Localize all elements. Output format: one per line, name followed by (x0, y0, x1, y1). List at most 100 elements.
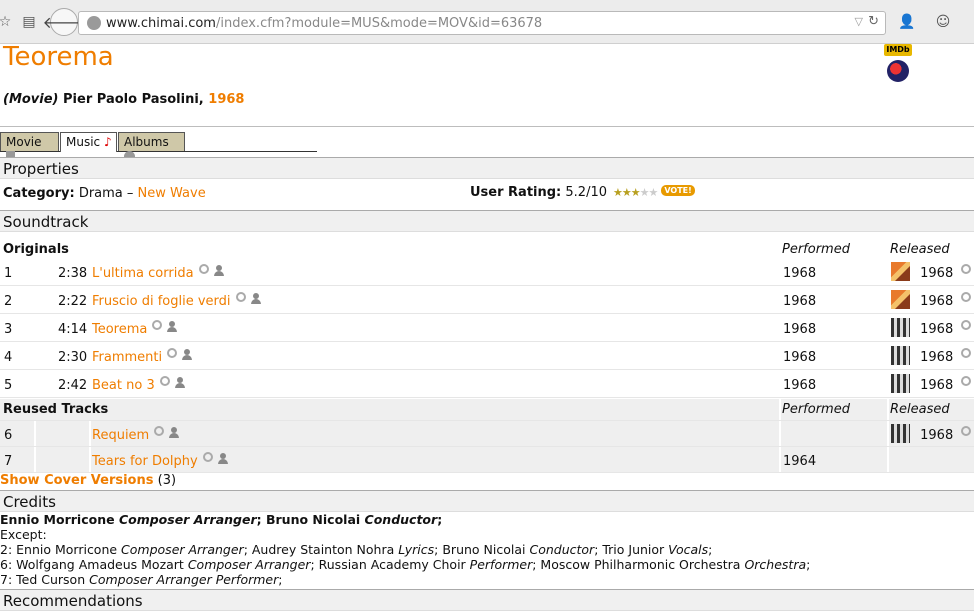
person-icon[interactable] (167, 321, 178, 332)
imdb-icon[interactable]: IMDb (884, 44, 912, 56)
col-sep (89, 447, 91, 472)
released-cell: 1968 (891, 374, 972, 393)
col-sep (887, 399, 889, 420)
category-link[interactable]: New Wave (138, 186, 206, 201)
tab-music[interactable]: Music ♪ (60, 132, 117, 152)
credit-line: 2: Ennio Morricone Composer Arranger; Au… (0, 542, 713, 557)
search-icon[interactable] (159, 376, 170, 386)
album-cover-icon[interactable] (891, 346, 910, 365)
album-cover-icon[interactable] (891, 374, 910, 393)
search-icon[interactable] (152, 320, 163, 330)
reader-icon[interactable]: ▤ (20, 13, 38, 31)
track-title-cell: Fruscio di foglie verdi (92, 292, 261, 309)
track-number: 5 (4, 378, 13, 393)
user-rating: User Rating: 5.2/10 ★★★★★ VOTE! (470, 185, 695, 200)
track-time: 2:22 (58, 294, 88, 309)
album-cover-icon[interactable] (891, 318, 910, 337)
track-title-cell: Teorema (92, 320, 178, 337)
person-icon[interactable] (213, 265, 224, 276)
table-row: 4 2:30 Frammenti 1968 1968 (0, 343, 974, 370)
col-sep (34, 447, 36, 472)
col-sep (34, 421, 36, 446)
credit-lines: 2: Ennio Morricone Composer Arranger; Au… (0, 542, 810, 587)
track-title-link[interactable]: Frammenti (92, 350, 162, 365)
search-icon[interactable] (235, 292, 246, 302)
track-number: 3 (4, 322, 13, 337)
search-icon[interactable] (154, 426, 165, 436)
track-time: 4:14 (58, 322, 88, 337)
track-time: 2:30 (58, 350, 88, 365)
album-cover-icon[interactable] (891, 290, 910, 309)
reused-performed-header: Performed (782, 402, 850, 417)
tabs-baseline (0, 151, 317, 152)
table-row: 5 2:42 Beat no 3 1968 1968 (0, 371, 974, 398)
track-title-link[interactable]: Beat no 3 (92, 378, 155, 393)
track-title-link[interactable]: Teorema (92, 322, 147, 337)
performed-year: 1968 (783, 378, 817, 393)
search-icon[interactable] (961, 376, 972, 386)
person-icon[interactable] (174, 377, 185, 388)
credits-body: Ennio Morricone Composer Arranger; Bruno… (0, 512, 810, 587)
show-cover-link[interactable]: Show Cover Versions (0, 473, 153, 488)
table-row: 7 Tears for Dolphy 1964 (0, 447, 974, 473)
dropdown-arrow-icon[interactable]: ▽ (855, 15, 863, 28)
search-icon[interactable] (202, 452, 213, 462)
smiley-icon[interactable]: ☺ (934, 13, 952, 31)
recommendations-heading: Recommendations (0, 589, 974, 611)
search-icon[interactable] (961, 426, 972, 436)
track-title-cell: Requiem (92, 426, 180, 443)
page-title: Teorema (3, 42, 114, 72)
track-number: 4 (4, 350, 13, 365)
track-title-link[interactable]: Requiem (92, 428, 149, 443)
back-button[interactable]: 🡐 (43, 8, 85, 36)
col-sep (779, 421, 781, 446)
year-link[interactable]: 1968 (208, 92, 244, 107)
properties-heading: Properties (0, 157, 974, 179)
person-icon[interactable] (250, 293, 261, 304)
track-title-cell: Frammenti (92, 348, 193, 365)
search-icon[interactable] (961, 348, 972, 358)
track-time: 2:38 (58, 266, 88, 281)
search-icon[interactable] (961, 264, 972, 274)
subtitle: (Movie) Pier Paolo Pasolini, 1968 (3, 92, 244, 107)
released-year: 1968 (916, 350, 954, 365)
col-sep (779, 447, 781, 472)
tab-movie[interactable]: Movie (0, 132, 59, 162)
tab-albums[interactable]: Albums (118, 132, 185, 162)
globe-link-icon[interactable] (887, 60, 909, 82)
col-sep (89, 421, 91, 446)
url-bar[interactable]: www.chimai.com/index.cfm?module=MUS&mode… (78, 11, 886, 35)
search-icon[interactable] (167, 348, 178, 358)
track-number: 1 (4, 266, 13, 281)
track-title-link[interactable]: Fruscio di foglie verdi (92, 294, 231, 309)
person-icon[interactable] (217, 453, 228, 464)
album-cover-icon[interactable] (891, 424, 910, 443)
performed-header: Performed (782, 242, 850, 257)
col-sep (779, 399, 781, 420)
released-cell: 1968 (891, 290, 972, 309)
user-icon[interactable]: 👤 (898, 13, 916, 31)
vote-button[interactable]: VOTE! (661, 185, 695, 196)
released-year: 1968 (916, 266, 954, 281)
search-icon[interactable] (961, 292, 972, 302)
released-year: 1968 (916, 378, 954, 393)
performed-year: 1968 (783, 322, 817, 337)
reload-icon[interactable]: ↻ (868, 14, 879, 29)
person-icon[interactable] (169, 427, 180, 438)
credits-except: Except: (0, 527, 47, 542)
credit-line: 7: Ted Curson Composer Arranger Performe… (0, 572, 283, 587)
album-cover-icon[interactable] (891, 262, 910, 281)
star-icon[interactable]: ☆ (0, 13, 14, 31)
reused-label: Reused Tracks (3, 402, 109, 417)
track-title-link[interactable]: L'ultima corrida (92, 266, 194, 281)
performed-year: 1968 (783, 266, 817, 281)
credit-line: 6: Wolfgang Amadeus Mozart Composer Arra… (0, 557, 811, 572)
category: Category: Drama – New Wave (3, 186, 206, 201)
media-type: (Movie) (3, 92, 59, 107)
released-year: 1968 (916, 294, 954, 309)
search-icon[interactable] (198, 264, 209, 274)
note-icon: ♪ (103, 135, 112, 149)
track-title-link[interactable]: Tears for Dolphy (92, 454, 198, 469)
search-icon[interactable] (961, 320, 972, 330)
person-icon[interactable] (182, 349, 193, 360)
